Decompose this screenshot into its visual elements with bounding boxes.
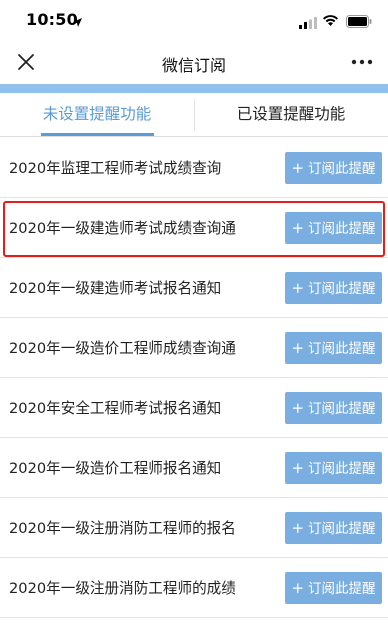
wifi-icon <box>322 12 339 31</box>
status-time: 10:50 <box>26 10 78 29</box>
item-title: 2020年一级造价工程师成绩查询通 <box>9 340 236 357</box>
item-title: 2020年一级注册消防工程师的成绩 <box>9 580 236 597</box>
subscribe-button-label: 订阅此提醒 <box>308 521 376 537</box>
item-title: 2020年一级注册消防工程师的报名 <box>9 520 236 537</box>
subscribe-button[interactable]: + 订阅此提醒 <box>285 332 382 364</box>
subscribe-button-label: 订阅此提醒 <box>308 401 376 417</box>
plus-icon: + <box>291 159 305 177</box>
subscribe-button-label: 订阅此提醒 <box>308 161 376 177</box>
signal-bars-icon <box>299 14 317 33</box>
subscribe-button[interactable]: + 订阅此提醒 <box>285 512 382 544</box>
plus-icon: + <box>291 279 305 297</box>
subscribe-button[interactable]: + 订阅此提醒 <box>285 572 382 604</box>
subscribe-button-label: 订阅此提醒 <box>308 581 376 597</box>
subscribe-button[interactable]: + 订阅此提醒 <box>285 212 382 244</box>
subscribe-button[interactable]: + 订阅此提醒 <box>285 272 382 304</box>
list-item: 2020年一级造价工程师成绩查询通 + 订阅此提醒 <box>0 318 388 378</box>
plus-icon: + <box>291 579 305 597</box>
subscribe-button-label: 订阅此提醒 <box>308 341 376 357</box>
item-title: 2020年监理工程师考试成绩查询 <box>9 160 222 177</box>
subscribe-button-label: 订阅此提醒 <box>308 281 376 297</box>
plus-icon: + <box>291 459 305 477</box>
list-item: 2020年一级注册消防工程师的报名 + 订阅此提醒 <box>0 498 388 558</box>
subscribe-button-label: 订阅此提醒 <box>308 461 376 477</box>
item-title: 2020年安全工程师考试报名通知 <box>9 400 222 417</box>
subscribe-button-label: 订阅此提醒 <box>308 221 376 237</box>
more-dots-icon[interactable] <box>350 52 374 72</box>
subscribe-button[interactable]: + 订阅此提醒 <box>285 452 382 484</box>
list-item: 2020年一级造价工程师报名通知 + 订阅此提醒 <box>0 438 388 498</box>
plus-icon: + <box>291 399 305 417</box>
list-item: 2020年一级建造师考试成绩查询通 + 订阅此提醒 <box>0 198 388 258</box>
subscribe-button[interactable]: + 订阅此提醒 <box>285 392 382 424</box>
item-title: 2020年一级建造师考试成绩查询通 <box>9 220 236 237</box>
location-arrow-icon <box>72 13 83 32</box>
list-item: 2020年监理工程师考试成绩查询 + 订阅此提醒 <box>0 138 388 198</box>
accent-strip <box>0 84 388 93</box>
tab-unset-reminders[interactable]: 未设置提醒功能 <box>0 93 194 136</box>
subscription-list: 2020年监理工程师考试成绩查询 + 订阅此提醒 2020年一级建造师考试成绩查询… <box>0 138 388 618</box>
plus-icon: + <box>291 219 305 237</box>
active-tab-indicator <box>41 133 154 136</box>
page-title: 微信订阅 <box>161 56 226 75</box>
plus-icon: + <box>291 519 305 537</box>
battery-icon <box>346 13 372 32</box>
list-item: 2020年一级建造师考试报名通知 + 订阅此提醒 <box>0 258 388 318</box>
list-item: 2020年一级注册消防工程师的成绩 + 订阅此提醒 <box>0 558 388 618</box>
list-item: 2020年安全工程师考试报名通知 + 订阅此提醒 <box>0 378 388 438</box>
tab-bar: 未设置提醒功能 已设置提醒功能 <box>0 93 388 137</box>
nav-bar: 微信订阅 <box>0 40 388 84</box>
status-bar: 10:50 <box>0 0 388 40</box>
subscribe-button[interactable]: + 订阅此提醒 <box>285 152 382 184</box>
item-title: 2020年一级建造师考试报名通知 <box>9 280 222 297</box>
item-title: 2020年一级造价工程师报名通知 <box>9 460 222 477</box>
plus-icon: + <box>291 339 305 357</box>
tab-set-reminders[interactable]: 已设置提醒功能 <box>194 93 388 136</box>
